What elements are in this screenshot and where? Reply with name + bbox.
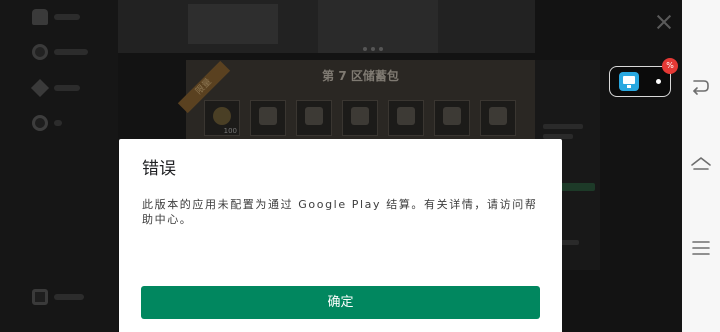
dot-icon[interactable] bbox=[656, 79, 661, 84]
monitor-stand bbox=[627, 85, 631, 88]
item-count: 100 bbox=[223, 127, 237, 135]
blurred-label bbox=[54, 294, 84, 300]
item-icon bbox=[443, 107, 461, 125]
reward-slots: 100 bbox=[204, 100, 516, 136]
reward-slot[interactable] bbox=[434, 100, 470, 136]
blurred-label bbox=[54, 49, 88, 55]
promo-banner[interactable] bbox=[118, 0, 535, 53]
sidebar-item[interactable] bbox=[30, 287, 110, 307]
dialog-message: 此版本的应用未配置为通过 Google Play 结算。有关详情，请访问帮助中心… bbox=[142, 198, 538, 226]
camera-icon bbox=[32, 289, 48, 305]
sidebar-item[interactable] bbox=[30, 113, 110, 133]
system-nav-bar bbox=[682, 0, 720, 332]
blurred-label bbox=[54, 120, 62, 126]
item-icon bbox=[351, 107, 369, 125]
monitor-icon[interactable] bbox=[619, 72, 639, 91]
pager-dot bbox=[371, 47, 375, 51]
coin-icon bbox=[213, 107, 231, 125]
card-title: 第 7 区储蓄包 bbox=[322, 69, 399, 83]
banner-art bbox=[318, 0, 438, 53]
monitor-screen bbox=[623, 76, 635, 84]
close-icon[interactable] bbox=[655, 13, 673, 31]
thumbs-up-icon bbox=[32, 9, 48, 25]
sidebar-item[interactable] bbox=[30, 78, 110, 98]
sidebar-item[interactable] bbox=[30, 42, 110, 62]
pager-dot bbox=[363, 47, 367, 51]
blurred-label bbox=[543, 124, 583, 129]
blurred-label bbox=[54, 85, 80, 91]
reward-slot[interactable]: 100 bbox=[204, 100, 240, 136]
confirm-button[interactable]: 确定 bbox=[141, 286, 540, 319]
pager-dot bbox=[379, 47, 383, 51]
item-icon bbox=[489, 107, 507, 125]
item-icon bbox=[305, 107, 323, 125]
reward-slot[interactable] bbox=[480, 100, 516, 136]
floating-widget[interactable] bbox=[609, 66, 671, 97]
banner-pager bbox=[363, 47, 387, 51]
blurred-label bbox=[54, 14, 80, 20]
menu-icon[interactable] bbox=[690, 237, 712, 259]
savings-pack-card: 第 7 区储蓄包 限量 100 bbox=[177, 60, 535, 144]
error-dialog: 错误 此版本的应用未配置为通过 Google Play 结算。有关详情，请访问帮… bbox=[119, 139, 562, 332]
badge-icon bbox=[32, 44, 48, 60]
coin-icon bbox=[32, 115, 48, 131]
reward-slot[interactable] bbox=[388, 100, 424, 136]
game-sidebar bbox=[0, 0, 118, 332]
reward-slot[interactable] bbox=[250, 100, 286, 136]
notification-badge: % bbox=[662, 58, 678, 74]
dialog-title: 错误 bbox=[142, 159, 176, 179]
sidebar-item[interactable] bbox=[30, 7, 110, 27]
back-icon[interactable] bbox=[690, 76, 712, 98]
item-icon bbox=[397, 107, 415, 125]
banner-art bbox=[188, 4, 278, 44]
home-icon[interactable] bbox=[690, 154, 712, 176]
diamond-icon bbox=[30, 78, 50, 98]
reward-slot[interactable] bbox=[342, 100, 378, 136]
reward-slot[interactable] bbox=[296, 100, 332, 136]
item-icon bbox=[259, 107, 277, 125]
